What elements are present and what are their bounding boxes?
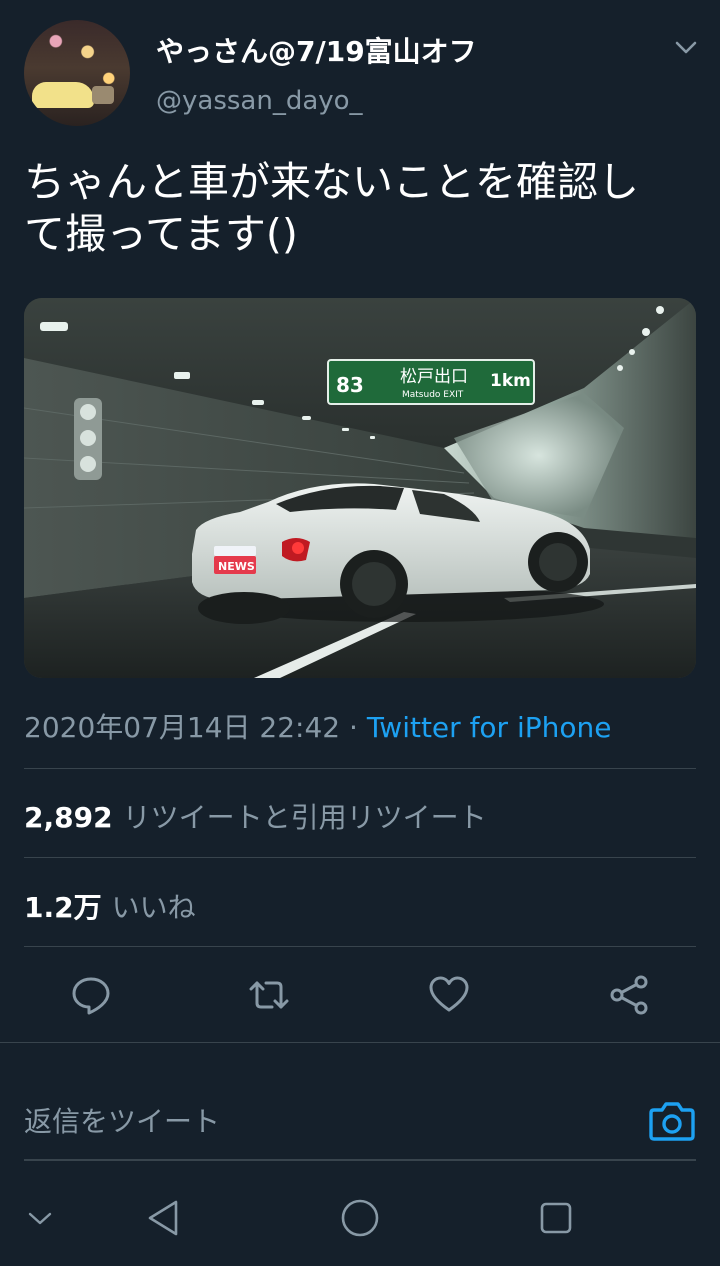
sign-distance: 1km [490,371,531,391]
section-divider [0,1042,720,1043]
avatar-car-secondary [92,86,114,104]
reply-input[interactable]: 返信をツイート [24,1100,220,1140]
heart-icon[interactable] [428,974,470,1016]
android-nav-bar [0,1170,720,1266]
recents-square-icon[interactable] [534,1196,578,1240]
meta-separator: · [349,711,358,744]
timestamp: 2020年07月14日 22:42 [24,711,341,744]
reply-underline [24,1159,696,1161]
avatar[interactable] [24,20,130,126]
retweet-icon[interactable] [248,974,290,1016]
tweet-photo[interactable]: 83 松戸出口 Matsudo EXIT 1km NEWS [24,298,696,678]
camera-icon[interactable] [648,1098,696,1144]
tweet-meta: 2020年07月14日 22:42 · Twitter for iPhone [24,706,612,746]
likes-stat[interactable]: 1.2万 いいね [24,886,196,926]
user-handle[interactable]: @yassan_dayo_ [156,86,363,116]
plate-text: NEWS [218,560,255,573]
retweets-count: 2,892 [24,801,113,834]
tweet-text: ちゃんと車が来ないことを確認し て撮ってます() [24,156,696,260]
retweets-stat[interactable]: 2,892 リツイートと引用リツイート [24,796,487,836]
likes-label: いいね [111,891,196,924]
divider [24,946,696,947]
tweet-text-line-1: ちゃんと車が来ないことを確認し [24,158,639,206]
retweets-label: リツイートと引用リツイート [122,801,487,834]
home-circle-icon[interactable] [338,1196,382,1240]
chevron-down-icon[interactable] [18,1196,62,1240]
sign-exit-en: Matsudo EXIT [402,390,464,400]
display-name[interactable]: やっさん@7/19富山オフ [156,30,477,70]
reply-icon[interactable] [70,974,112,1016]
back-triangle-icon[interactable] [142,1196,186,1240]
divider [24,768,696,769]
chevron-down-icon[interactable] [674,36,698,60]
share-icon[interactable] [608,974,650,1016]
sign-route: 83 [336,373,364,397]
avatar-car [32,82,94,108]
source-link[interactable]: Twitter for iPhone [367,711,612,744]
likes-count: 1.2万 [24,891,102,924]
tweet-actions [0,960,720,1030]
divider [24,857,696,858]
tunnel-car-photo: 83 松戸出口 Matsudo EXIT 1km NEWS [24,298,696,678]
tweet-text-line-2: て撮ってます() [24,210,298,258]
sign-exit-jp: 松戸出口 [400,367,468,387]
